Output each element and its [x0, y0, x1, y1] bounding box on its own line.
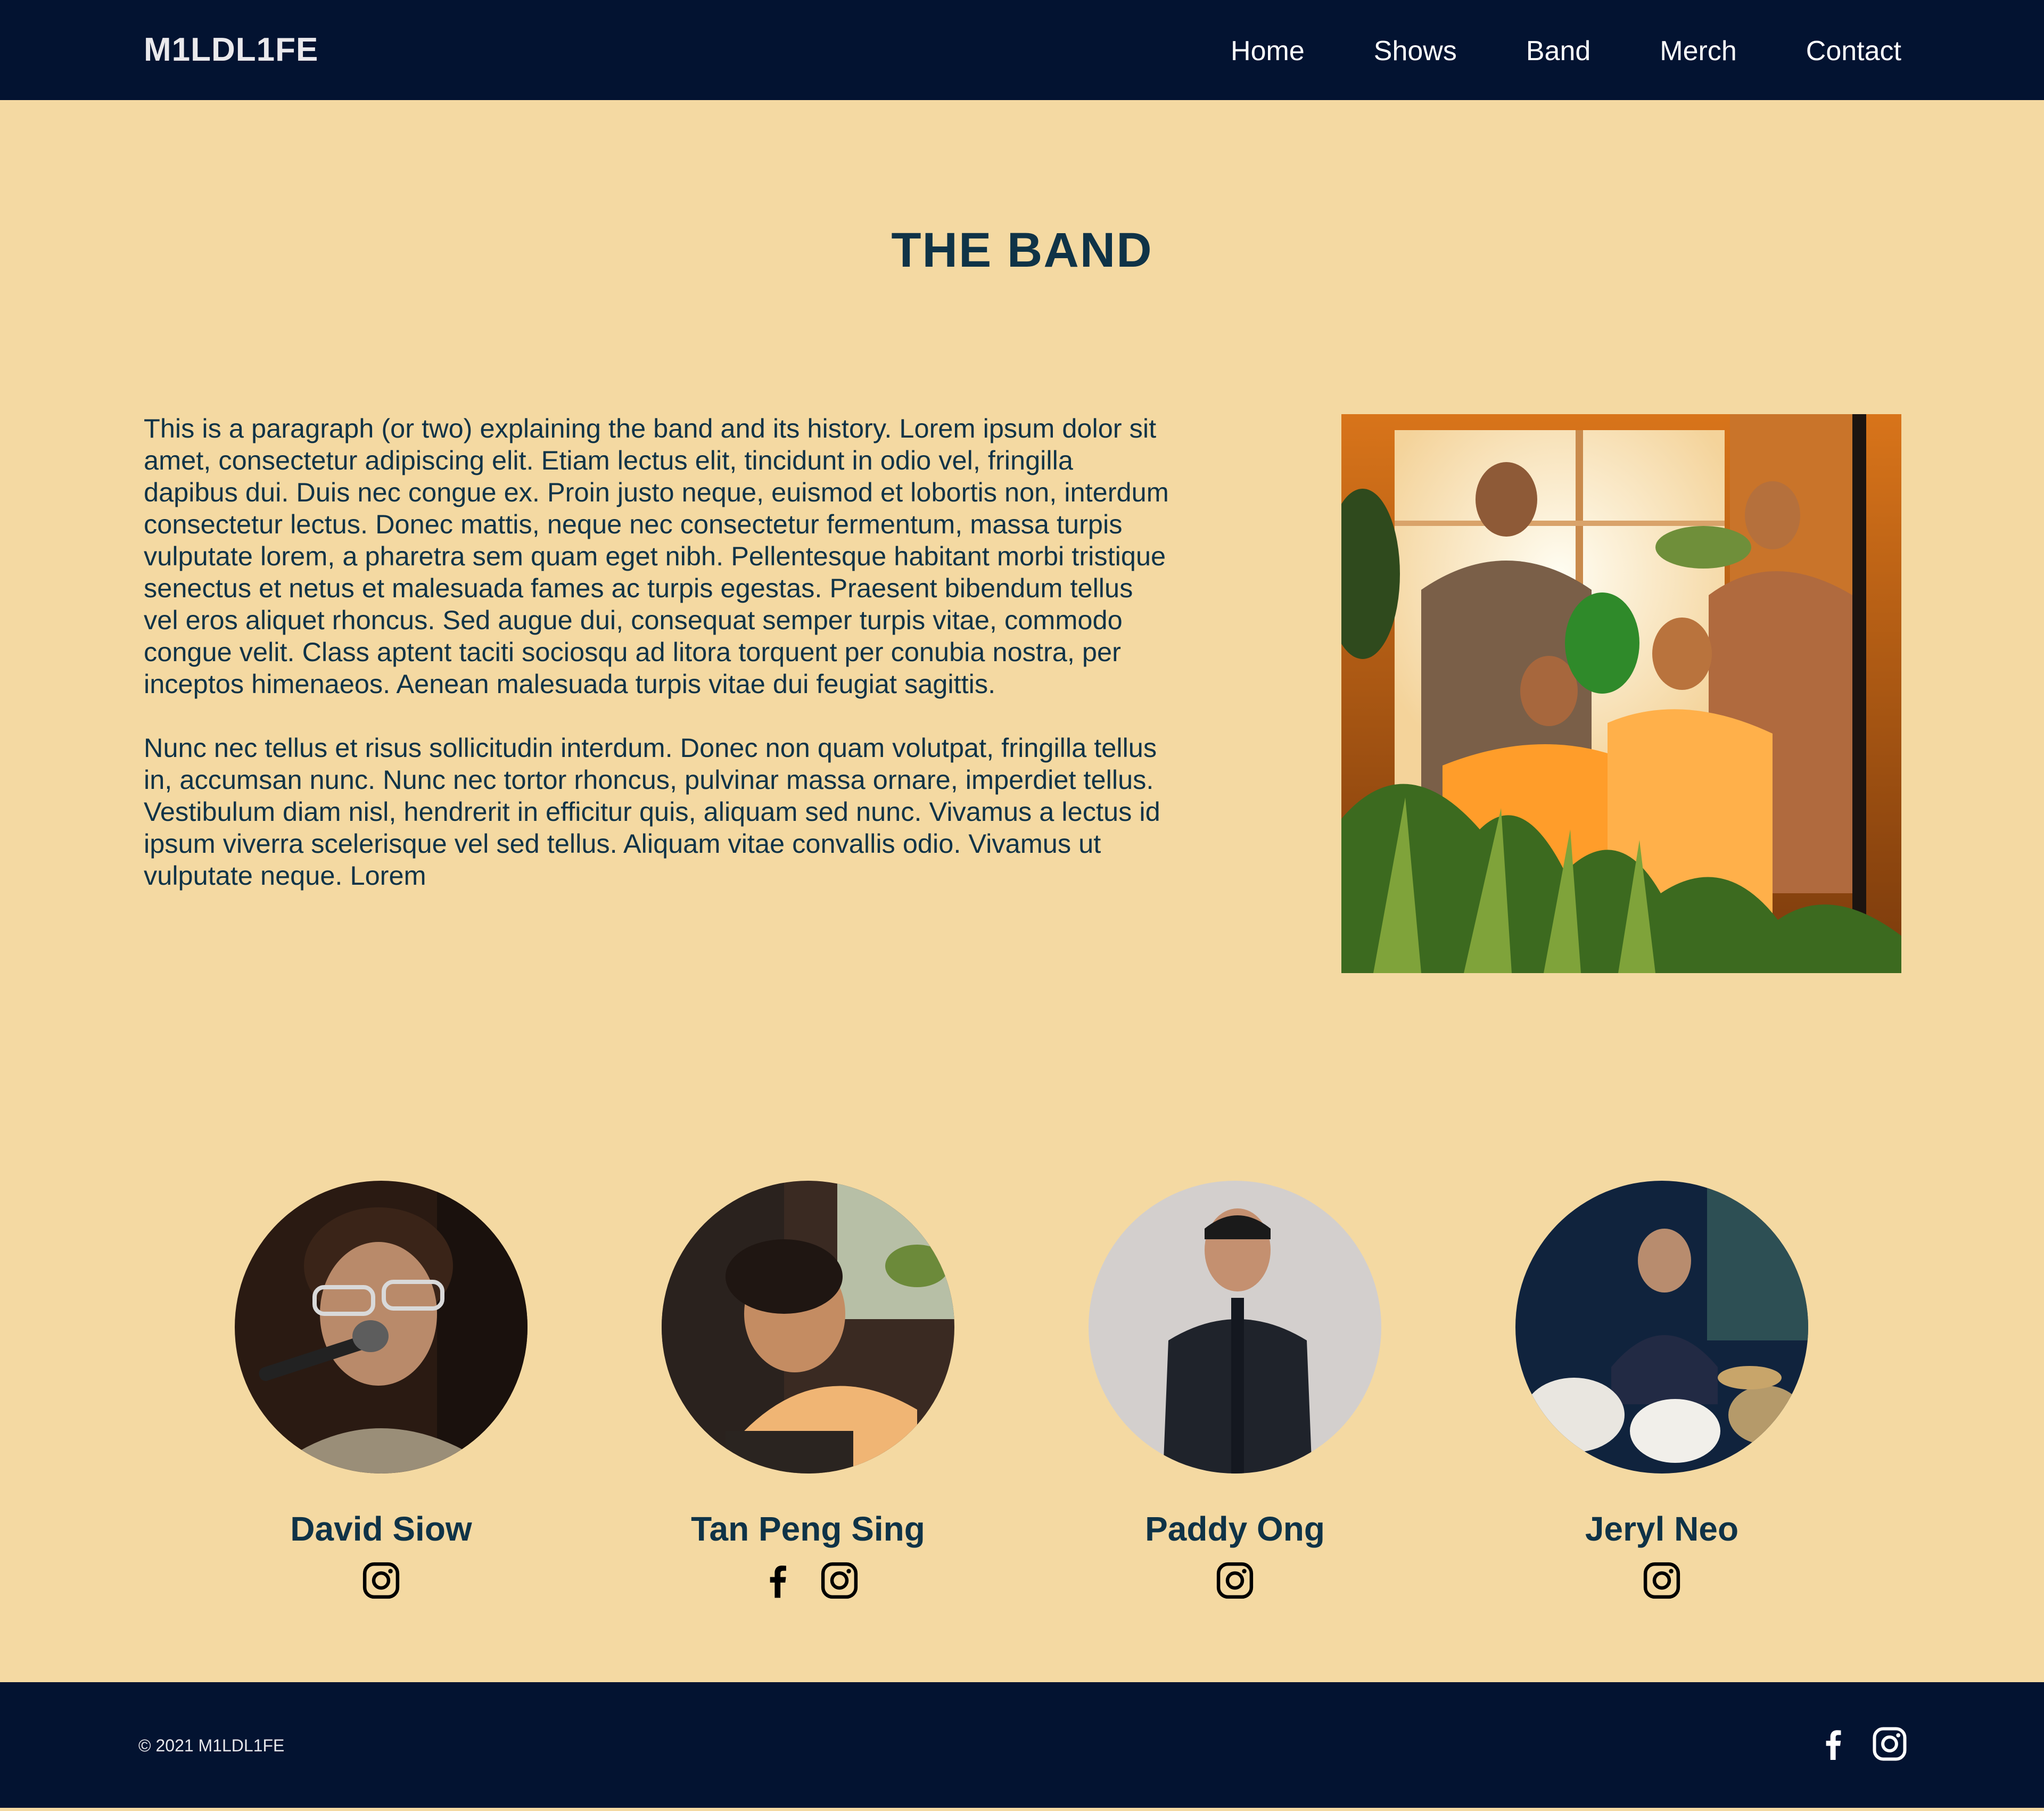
member-avatar	[235, 1181, 528, 1474]
facebook-icon[interactable]	[756, 1560, 797, 1601]
instagram-icon[interactable]	[1214, 1560, 1256, 1601]
member-photo	[1515, 1181, 1808, 1474]
member-name: Jeryl Neo	[1585, 1510, 1739, 1548]
member-avatar	[662, 1181, 954, 1474]
member-card-tan-peng-sing: Tan Peng Sing	[659, 1181, 957, 1601]
instagram-icon[interactable]	[360, 1560, 402, 1601]
member-socials	[1513, 1560, 1811, 1601]
band-paragraph-1: This is a paragraph (or two) explaining …	[144, 413, 1169, 699]
page-title: THE BAND	[891, 223, 1153, 277]
member-name: David Siow	[290, 1510, 472, 1548]
band-paragraph-2: Nunc nec tellus et risus sollicitudin in…	[144, 732, 1160, 891]
band-photo	[1341, 414, 1901, 973]
band-photo-image	[1341, 414, 1901, 973]
instagram-icon[interactable]	[1870, 1725, 1909, 1763]
nav-contact[interactable]: Contact	[1806, 34, 1901, 68]
member-card-david-siow: David Siow	[232, 1181, 530, 1601]
footer-socials	[1813, 1725, 1909, 1763]
member-socials	[232, 1560, 530, 1601]
nav-band[interactable]: Band	[1526, 34, 1590, 68]
instagram-icon[interactable]	[1641, 1560, 1683, 1601]
site-header: M1LDL1FE Home Shows Band Merch Contact	[0, 0, 2044, 100]
copyright-text: © 2021 M1LDL1FE	[138, 1736, 285, 1755]
facebook-icon[interactable]	[1813, 1725, 1851, 1763]
nav-shows[interactable]: Shows	[1374, 34, 1457, 68]
site-logo[interactable]: M1LDL1FE	[144, 31, 318, 69]
member-name: Paddy Ong	[1145, 1510, 1325, 1548]
member-socials	[659, 1560, 957, 1601]
member-avatar	[1515, 1181, 1808, 1474]
member-photo	[1089, 1181, 1381, 1474]
member-socials	[1086, 1560, 1384, 1601]
member-name: Tan Peng Sing	[691, 1510, 925, 1548]
member-card-jeryl-neo: Jeryl Neo	[1513, 1181, 1811, 1601]
nav-home[interactable]: Home	[1231, 34, 1305, 68]
site-footer: © 2021 M1LDL1FE	[0, 1682, 2044, 1808]
member-photo	[662, 1181, 954, 1474]
member-photo	[235, 1181, 528, 1474]
member-card-paddy-ong: Paddy Ong	[1086, 1181, 1384, 1601]
member-avatar	[1089, 1181, 1381, 1474]
instagram-icon[interactable]	[819, 1560, 860, 1601]
band-description: This is a paragraph (or two) explaining …	[144, 413, 1171, 924]
nav-merch[interactable]: Merch	[1660, 34, 1736, 68]
main-nav: Home Shows Band Merch Contact	[1231, 34, 1901, 68]
